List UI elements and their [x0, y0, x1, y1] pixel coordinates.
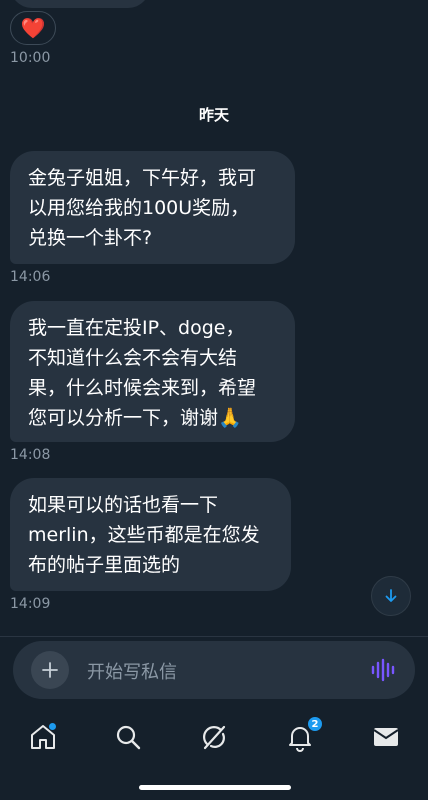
grok-icon	[203, 725, 226, 750]
bottom-tab-bar: 2	[0, 710, 428, 762]
message-input[interactable]: 开始写私信	[87, 658, 177, 684]
message-timestamp: 10:00	[10, 50, 51, 66]
message-bubble[interactable]: 我一直在定投IP、doge， 不知道什么会不会有大结 果，什么时候会来到，希望 …	[10, 301, 295, 442]
message-composer[interactable]: 开始写私信	[13, 641, 415, 699]
add-media-button[interactable]	[31, 651, 69, 689]
day-separator: 昨天	[198, 106, 229, 124]
search-icon	[116, 725, 141, 750]
heart-reaction[interactable]: ❤️	[10, 11, 56, 45]
home-indicator	[139, 785, 291, 790]
home-unread-dot	[49, 723, 56, 730]
message-bubble[interactable]: 金兔子姐姐，下午好，我可 以用您给我的100U奖励， 兑换一个卦不?	[10, 151, 295, 264]
notifications-badge: 2	[307, 716, 323, 732]
tab-home[interactable]	[28, 722, 58, 752]
tab-messages[interactable]	[371, 722, 401, 752]
conversation-view[interactable]: ❤️ 10:00 昨天 金兔子姐姐，下午好，我可 以用您给我的100U奖励， 兑…	[0, 0, 428, 636]
heart-emoji-icon: ❤️	[20, 16, 46, 40]
tab-grok[interactable]	[199, 722, 229, 752]
voice-waveform-icon[interactable]	[371, 658, 397, 682]
message-timestamp: 14:06	[10, 269, 51, 285]
arrow-down-icon	[385, 589, 397, 602]
message-bubble[interactable]: 如果可以的话也看一下 merlin，这些币都是在您发 布的帖子里面选的	[10, 478, 291, 591]
previous-message-bubble[interactable]	[10, 0, 150, 8]
plus-icon	[42, 662, 58, 678]
message-timestamp: 14:08	[10, 447, 51, 463]
composer-divider	[0, 636, 428, 637]
message-timestamp: 14:09	[10, 596, 51, 612]
tab-search[interactable]	[113, 722, 143, 752]
scroll-to-bottom-button[interactable]	[371, 576, 411, 616]
mail-icon	[373, 728, 399, 746]
